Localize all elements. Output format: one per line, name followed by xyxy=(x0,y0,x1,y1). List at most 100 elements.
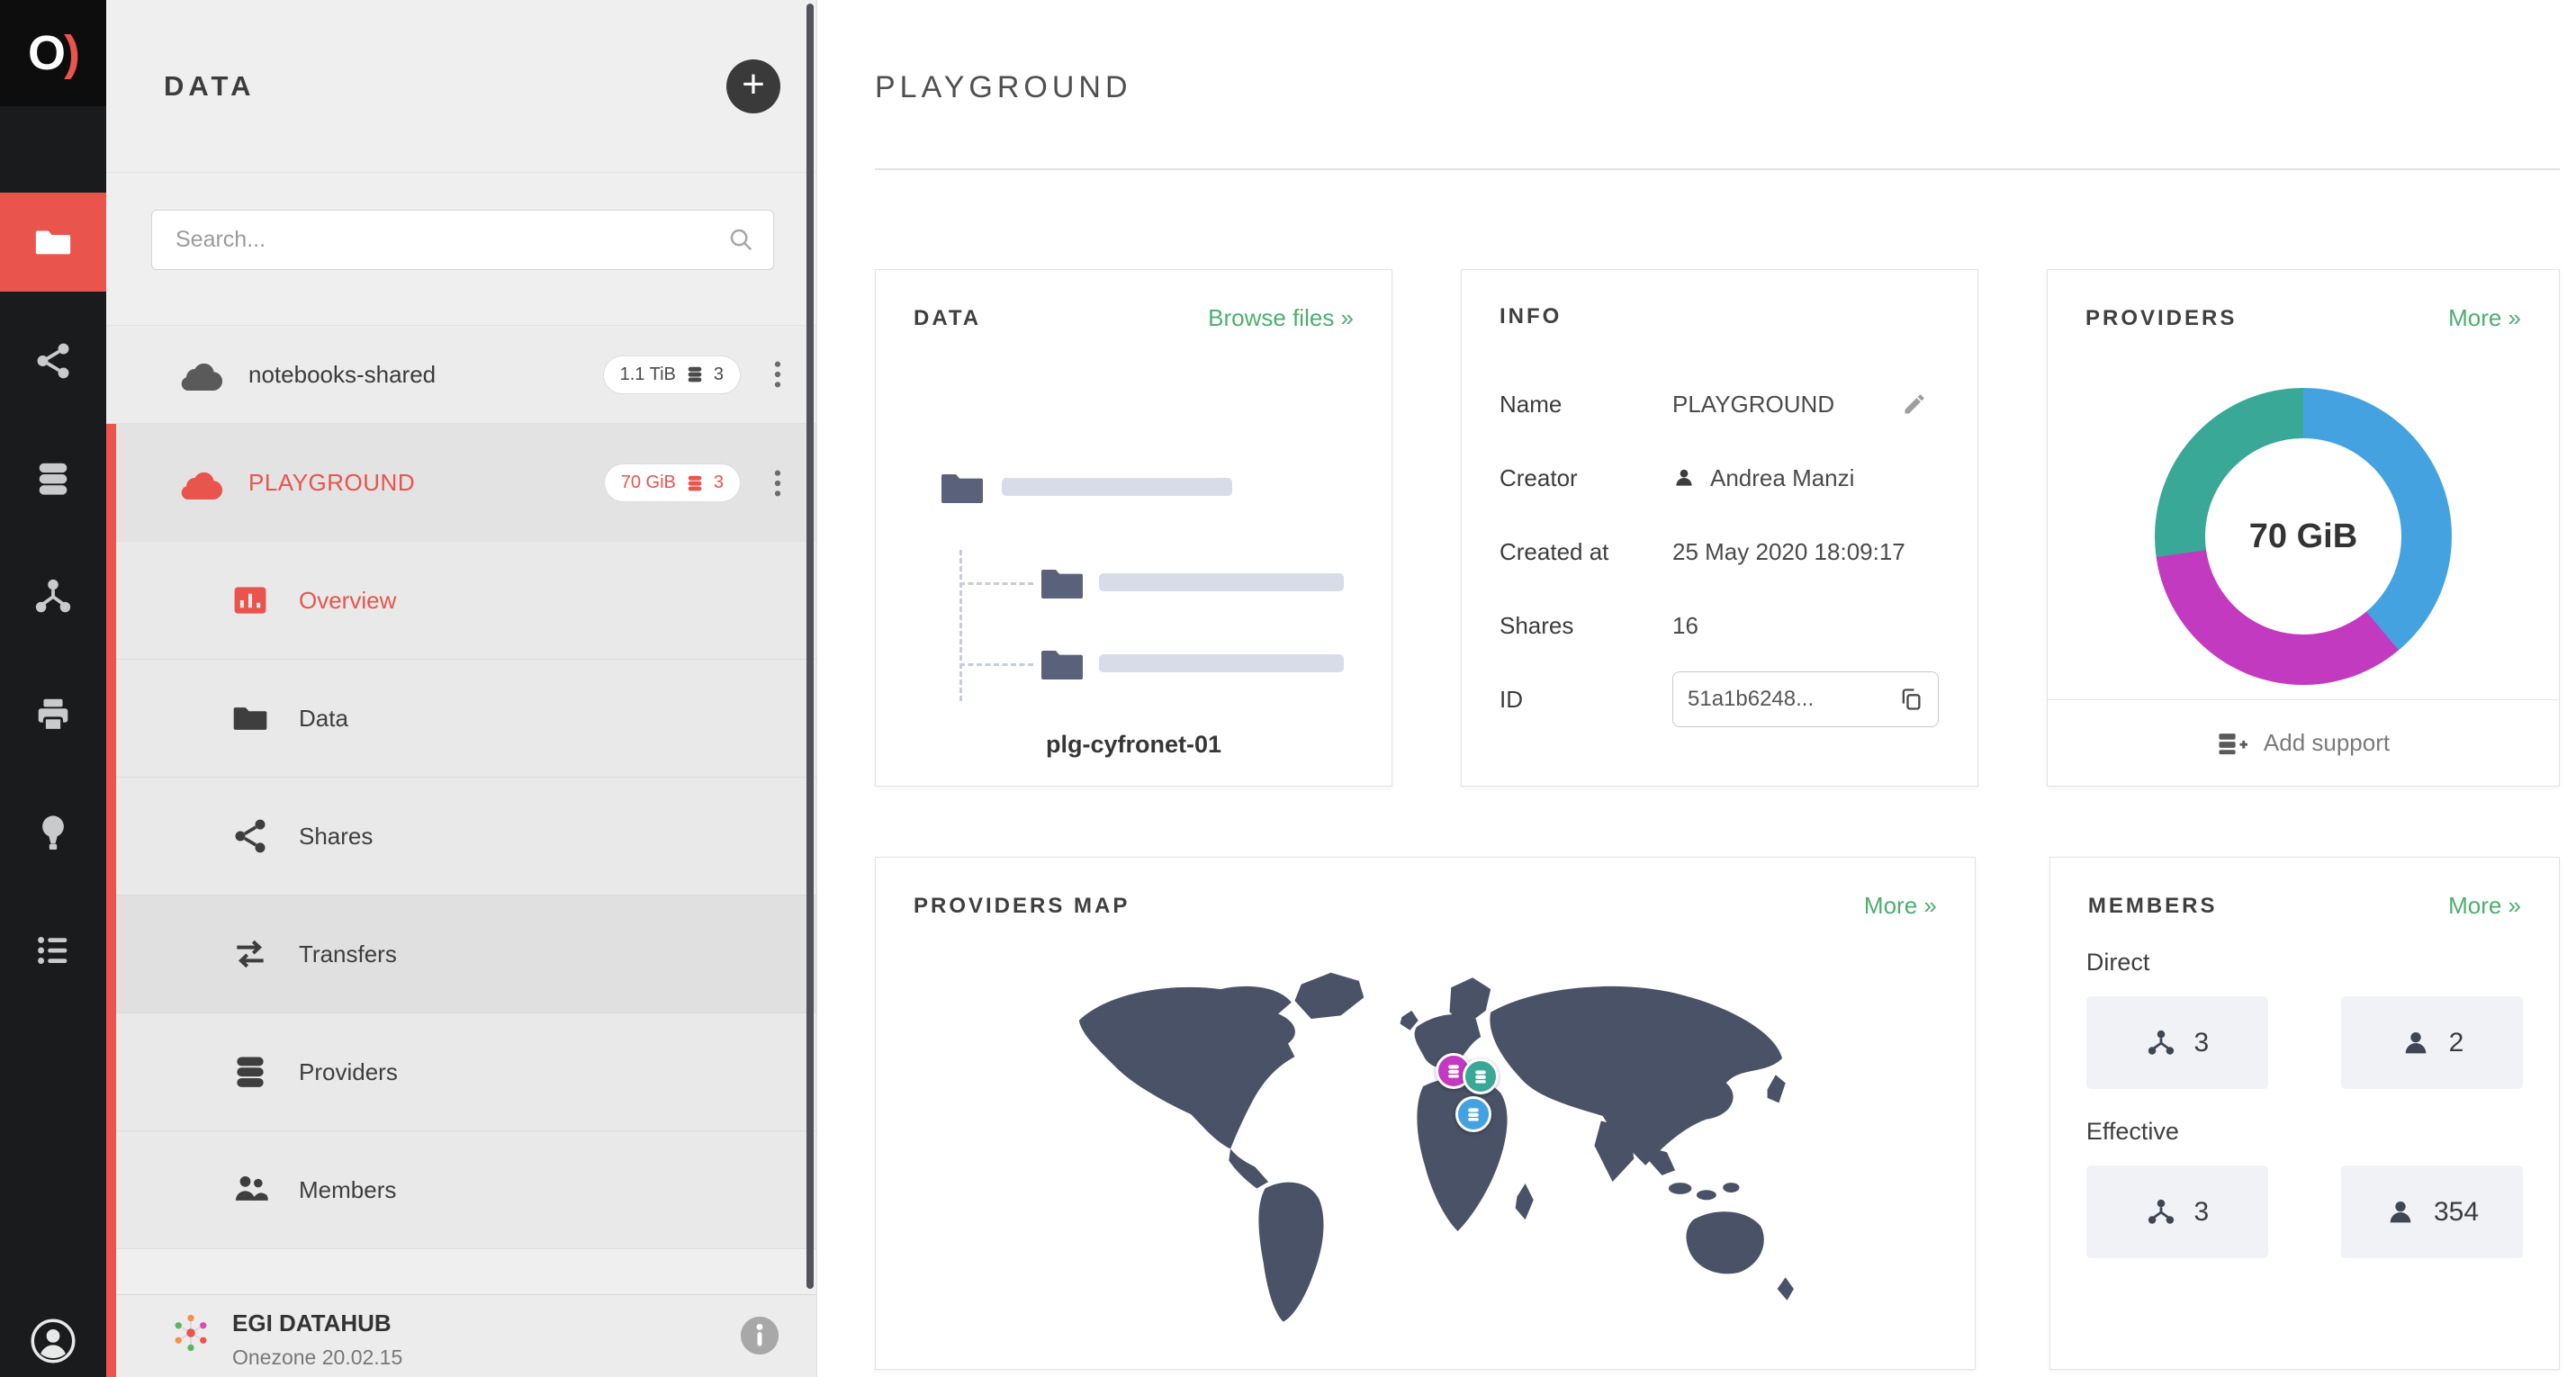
direct-users-stat[interactable]: 2 xyxy=(2341,996,2523,1089)
printer-icon xyxy=(38,698,68,732)
effective-groups-stat[interactable]: 3 xyxy=(2085,1166,2268,1258)
sidebar-item-label: Providers xyxy=(299,1058,398,1085)
space-size: 70 GiB xyxy=(620,472,676,492)
nav-item-tokens[interactable] xyxy=(0,891,106,1009)
space-menu-icon[interactable] xyxy=(764,468,791,499)
info-row-shares: Shares 16 xyxy=(1500,589,1940,662)
sidebar-header: DATA + xyxy=(106,0,816,173)
sidebar-item-members[interactable]: Members xyxy=(106,1131,816,1249)
shares-count-value: 16 xyxy=(1672,611,1698,639)
sidebar-item-label: Transfers xyxy=(299,940,397,968)
space-row-notebooks-shared[interactable]: notebooks-shared 1.1 TiB 3 xyxy=(106,325,816,424)
root-folder-icon xyxy=(941,474,983,503)
cloud-icon xyxy=(181,472,223,500)
card-header: INFO xyxy=(1462,270,1977,329)
space-name: notebooks-shared xyxy=(248,360,437,388)
nav-item-data[interactable] xyxy=(0,193,106,292)
logo-text-primary: O xyxy=(28,26,66,80)
edit-pencil-icon[interactable] xyxy=(1902,392,1927,417)
provider-layers-icon xyxy=(1468,1108,1480,1121)
card-header: MEMBERS More » xyxy=(2050,858,2559,920)
nav-item-harvesters[interactable] xyxy=(0,773,106,891)
footer-text: EGI DATAHUB Onezone 20.02.15 xyxy=(232,1310,402,1370)
nav-item-shares[interactable] xyxy=(0,302,106,419)
sidebar-item-shares[interactable]: Shares xyxy=(106,778,816,896)
nav-item-providers[interactable] xyxy=(0,419,106,537)
effective-groups-count: 3 xyxy=(2193,1196,2210,1227)
card-header: DATA Browse files » xyxy=(876,270,1392,332)
child-folder-icon xyxy=(1041,570,1083,598)
tree-connector xyxy=(959,550,962,701)
add-support-icon xyxy=(2219,733,2247,754)
world-map[interactable] xyxy=(1020,941,1830,1328)
donut-center-label: 70 GiB xyxy=(2205,438,2401,634)
database-icon xyxy=(237,1057,264,1087)
share-icon xyxy=(235,819,266,853)
direct-groups-count: 3 xyxy=(2193,1027,2210,1058)
info-label: Creator xyxy=(1500,464,1578,491)
file-placeholder-bar xyxy=(1099,573,1344,591)
page-title: PLAYGROUND xyxy=(875,70,1132,104)
add-space-button[interactable]: + xyxy=(726,58,780,113)
card-title: INFO xyxy=(1500,304,1563,328)
search-box xyxy=(151,210,774,270)
logo-text-accent: ) xyxy=(64,26,80,80)
search-input[interactable] xyxy=(151,210,774,270)
cards-row-top: DATA Browse files » plg-cyfronet-01 INFO xyxy=(875,269,2560,787)
nav-item-profile[interactable] xyxy=(0,1318,106,1364)
overview-chart-icon xyxy=(234,587,266,614)
user-icon xyxy=(1676,469,1692,486)
user-icon xyxy=(2405,1031,2426,1053)
nav-item-list xyxy=(0,193,106,1009)
app-nav: O ) xyxy=(0,0,106,1377)
map-more-link[interactable]: More » xyxy=(1864,892,1937,920)
space-row-playground[interactable]: PLAYGROUND 70 GiB 3 xyxy=(106,424,816,542)
sidebar-item-label: Data xyxy=(299,704,348,732)
members-more-link[interactable]: More » xyxy=(2448,892,2521,920)
user-avatar-icon xyxy=(31,1318,76,1364)
info-icon[interactable] xyxy=(739,1315,780,1356)
nav-item-clusters[interactable] xyxy=(0,655,106,773)
direct-members-row: 3 2 xyxy=(2085,996,2523,1089)
nav-item-groups[interactable] xyxy=(0,537,106,655)
space-size-badge: 1.1 TiB 3 xyxy=(602,355,741,394)
providers-card: PROVIDERS More » 70 GiB Add support xyxy=(2047,269,2560,787)
database-icon xyxy=(39,463,68,495)
creator-name: Andrea Manzi xyxy=(1710,464,1855,491)
providers-more-link[interactable]: More » xyxy=(2448,304,2521,332)
direct-groups-stat[interactable]: 3 xyxy=(2085,996,2268,1089)
add-support-button[interactable]: Add support xyxy=(2048,699,2559,786)
effective-users-stat[interactable]: 354 xyxy=(2341,1166,2523,1258)
card-title: MEMBERS xyxy=(2087,893,2218,918)
sidebar-item-label: Overview xyxy=(299,586,397,614)
tree-connector xyxy=(959,663,1033,666)
cards-row-bottom: PROVIDERS MAP More » MEMBERS More » Dire… xyxy=(875,857,2560,1370)
footer-title: EGI DATAHUB xyxy=(232,1310,392,1336)
info-label: ID xyxy=(1500,685,1523,713)
groups-icon xyxy=(2148,1199,2174,1224)
sidebar-item-overview[interactable]: Overview xyxy=(106,542,816,660)
sidebar-scrollbar[interactable] xyxy=(806,4,814,1289)
card-title: PROVIDERS MAP xyxy=(914,893,1130,918)
onedata-logo[interactable]: O ) xyxy=(0,0,106,106)
browse-files-link[interactable]: Browse files » xyxy=(1208,304,1354,332)
direct-users-count: 2 xyxy=(2448,1027,2464,1058)
file-tree-preview xyxy=(876,332,1392,710)
title-divider xyxy=(875,168,2560,170)
data-card: DATA Browse files » plg-cyfronet-01 xyxy=(875,269,1392,787)
space-id-field[interactable]: 51a1b6248... xyxy=(1672,671,1939,727)
space-provider-count: 3 xyxy=(713,364,724,384)
space-name-value: PLAYGROUND xyxy=(1672,390,1835,418)
sidebar-item-providers[interactable]: Providers xyxy=(106,1013,816,1131)
info-row-name: Name PLAYGROUND xyxy=(1500,367,1940,441)
sidebar-item-transfers[interactable]: Transfers xyxy=(106,896,816,1013)
copy-icon[interactable] xyxy=(1898,687,1923,712)
members-card: MEMBERS More » Direct 3 2 Effective 3 35… xyxy=(2049,857,2560,1370)
info-row-id: ID 51a1b6248... xyxy=(1500,662,1940,736)
space-menu-icon[interactable] xyxy=(764,359,791,390)
providers-donut[interactable]: 70 GiB xyxy=(2155,388,2452,685)
provider-caption: plg-cyfronet-01 xyxy=(1045,731,1222,758)
balloon-icon xyxy=(42,814,64,850)
file-placeholder-bar xyxy=(1002,478,1232,496)
sidebar-item-data[interactable]: Data xyxy=(106,660,816,778)
